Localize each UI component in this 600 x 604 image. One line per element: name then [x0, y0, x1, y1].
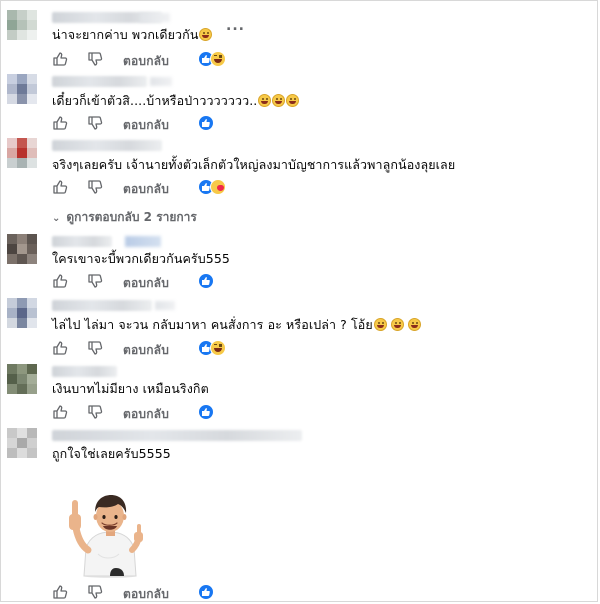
thumbs-up-man-sticker: [69, 495, 143, 578]
like-reaction-icon[interactable]: [198, 584, 214, 600]
thumbs-up-icon[interactable]: [52, 179, 68, 195]
thumbs-down-icon[interactable]: [87, 51, 103, 67]
avatar[interactable]: [7, 10, 37, 40]
more-options-icon[interactable]: ...: [226, 18, 245, 34]
thumbs-up-icon[interactable]: [52, 404, 68, 420]
grinning-emoji-icon: [272, 94, 286, 107]
comment-text: ไล่ไป ไล่มา จะวน กลับมาหา คนสั่งการ อะ ห…: [52, 317, 421, 333]
thumbs-up-icon[interactable]: [52, 340, 68, 356]
avatar[interactable]: [7, 364, 37, 394]
avatar[interactable]: [7, 74, 37, 104]
grinning-emoji-icon: [286, 94, 300, 107]
thumbs-down-icon[interactable]: [87, 179, 103, 195]
chevron-down-icon: ⌄: [52, 213, 61, 224]
comment-actions: ตอบกลับ: [52, 51, 252, 69]
commenter-name-blurred[interactable]: [52, 430, 302, 441]
reply-button[interactable]: ตอบกลับ: [123, 405, 169, 424]
commenter-name-blurred[interactable]: [52, 366, 117, 377]
comment-text: เงินบาทไม่มียาง เหมือนริงกิต: [52, 381, 209, 396]
thumbs-down-icon[interactable]: [87, 340, 103, 356]
reply-button[interactable]: ตอบกลับ: [123, 180, 169, 199]
grinning-emoji-icon: [373, 318, 387, 331]
name-blur-tail: [150, 77, 172, 86]
reply-button[interactable]: ตอบกลับ: [123, 274, 169, 293]
thumbs-up-icon[interactable]: [52, 273, 68, 289]
reply-button[interactable]: ตอบกลับ: [123, 341, 169, 360]
thumbs-down-icon[interactable]: [87, 584, 103, 600]
reply-button[interactable]: ตอบกลับ: [123, 52, 169, 71]
comment-text: ถูกใจใช่เลยครับ5555: [52, 446, 171, 461]
like-reaction-icon[interactable]: [198, 115, 214, 131]
care-reaction-icon[interactable]: [210, 179, 226, 195]
name-blur-tail: [155, 301, 175, 310]
thumbs-up-icon[interactable]: [52, 51, 68, 67]
reply-button[interactable]: ตอบกลับ: [123, 116, 169, 135]
haha-reaction-icon[interactable]: [210, 51, 226, 67]
thumbs-down-icon[interactable]: [87, 273, 103, 289]
commenter-name-blurred[interactable]: [52, 300, 152, 311]
view-replies-link[interactable]: ⌄ ดูการตอบกลับ 2 รายการ: [52, 208, 197, 227]
thumbs-up-icon[interactable]: [52, 584, 68, 600]
comment-actions: ตอบกลับ: [52, 584, 252, 602]
like-reaction-icon[interactable]: [198, 273, 214, 289]
reply-button[interactable]: ตอบกลับ: [123, 585, 169, 604]
avatar[interactable]: [7, 298, 37, 328]
commenter-name-blurred[interactable]: [52, 140, 162, 151]
commenter-name-blurred[interactable]: [52, 236, 112, 247]
comment-actions: ตอบกลับ: [52, 404, 252, 422]
thumbs-down-icon[interactable]: [87, 115, 103, 131]
name-blur-tail: [125, 236, 161, 247]
comment-actions: ตอบกลับ: [52, 115, 252, 133]
avatar[interactable]: [7, 234, 37, 264]
comment-text: ใครเขาจะบี้พวกเดียวกันครับ555: [52, 251, 230, 266]
comment-actions: ตอบกลับ: [52, 273, 252, 291]
comment-text: จริงๆเลยครับ เจ้านายทั้งตัวเล็กตัวใหญ่ลง…: [52, 157, 456, 172]
haha-reaction-icon[interactable]: [210, 340, 226, 356]
thumbs-down-icon[interactable]: [87, 404, 103, 420]
commenter-name-blurred[interactable]: [52, 76, 147, 87]
comment-text: น่าจะยากค่าบ พวกเดียวกัน: [52, 27, 213, 43]
avatar[interactable]: [7, 428, 37, 458]
name-blur-tail: [140, 13, 170, 22]
grinning-emoji-icon: [390, 318, 404, 331]
like-reaction-icon[interactable]: [198, 404, 214, 420]
grinning-emoji-icon: [407, 318, 421, 331]
grinning-emoji-icon: [199, 28, 213, 41]
grinning-emoji-icon: [258, 94, 272, 107]
thumbs-up-icon[interactable]: [52, 115, 68, 131]
comment-actions: ตอบกลับ: [52, 340, 252, 358]
comment-actions: ตอบกลับ: [52, 179, 252, 197]
comment-text: เดี๋ยวก็เข้าตัวสิ....บ้าหรือป่าววววววว..: [52, 93, 300, 109]
avatar[interactable]: [7, 138, 37, 168]
